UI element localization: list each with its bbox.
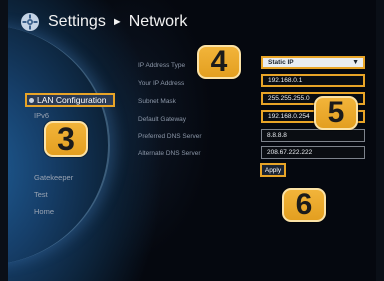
callout-badge-6: 6	[282, 188, 326, 222]
sidebar-item-home[interactable]: Home	[34, 207, 54, 216]
ip-type-value: Static IP	[268, 59, 294, 66]
page-title: Settings ► Network	[48, 13, 187, 31]
subnet-mask-label: Subnet Mask	[138, 98, 176, 105]
sidebar-item-gatekeeper[interactable]: Gatekeeper	[34, 173, 73, 182]
callout-badge-5: 5	[314, 96, 358, 130]
alternate-dns-input[interactable]: 208.67.222.222	[261, 146, 365, 159]
gear-icon	[21, 13, 39, 31]
apply-button[interactable]: Apply	[260, 163, 286, 177]
dropdown-arrow-icon: ▼	[352, 59, 359, 66]
breadcrumb-separator: ►	[111, 16, 123, 28]
settings-screen: Settings ► Network LAN Configuration IPv6 …	[8, 0, 376, 281]
breadcrumb-settings[interactable]: Settings	[48, 13, 106, 30]
preferred-dns-input[interactable]: 8.8.8.8	[261, 129, 365, 142]
sidebar-item-label: LAN Configuration	[37, 95, 107, 105]
preferred-dns-label: Preferred DNS Server	[138, 133, 202, 140]
header: Settings ► Network	[20, 10, 187, 34]
default-gateway-label: Default Gateway	[138, 116, 187, 123]
ip-address-label: Your IP Address	[138, 80, 185, 87]
alternate-dns-label: Alternate DNS Server	[138, 150, 201, 157]
callout-badge-4: 4	[197, 45, 241, 79]
sidebar-item-ipv6[interactable]: IPv6	[34, 111, 49, 120]
selected-dot-icon	[29, 97, 34, 103]
ip-address-input[interactable]: 192.168.0.1	[261, 74, 365, 87]
ip-type-label: IP Address Type	[138, 62, 186, 69]
sidebar-item-lan-configuration[interactable]: LAN Configuration	[25, 93, 115, 107]
ip-type-select[interactable]: Static IP ▼	[261, 56, 365, 69]
callout-badge-3: 3	[44, 121, 88, 157]
sidebar-item-test[interactable]: Test	[34, 190, 48, 199]
breadcrumb-network: Network	[128, 13, 188, 30]
